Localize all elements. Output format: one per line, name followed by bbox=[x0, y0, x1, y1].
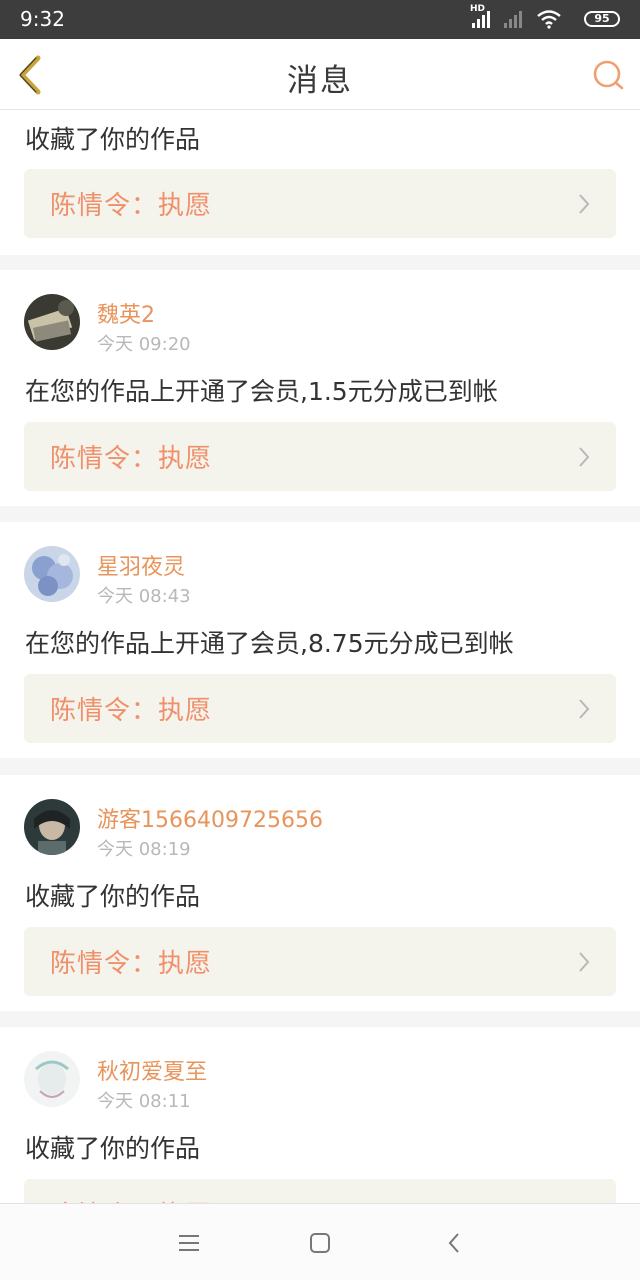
work-link[interactable]: 陈情令：执愿 bbox=[24, 1179, 616, 1203]
message-list: 收藏了你的作品 陈情令：执愿 魏英2 今天 09:20 在您的作品上开通了会员,… bbox=[0, 110, 640, 1203]
status-bar: 9:32 HD 95 bbox=[0, 0, 640, 39]
work-title: 陈情令：执愿 bbox=[50, 444, 213, 474]
avatar[interactable] bbox=[24, 294, 80, 350]
menu-icon[interactable] bbox=[176, 1230, 202, 1256]
back-icon[interactable] bbox=[442, 1230, 468, 1256]
message-time: 今天 09:20 bbox=[97, 334, 191, 355]
message-card: 游客1566409725656 今天 08:19 收藏了你的作品 陈情令：执愿 bbox=[0, 775, 640, 1011]
search-icon[interactable] bbox=[592, 59, 626, 91]
avatar[interactable] bbox=[24, 546, 80, 602]
user-name[interactable]: 魏英2 bbox=[97, 297, 155, 329]
work-link[interactable]: 陈情令：执愿 bbox=[24, 674, 616, 743]
chevron-right-icon bbox=[579, 447, 590, 467]
signal-icon bbox=[472, 11, 490, 28]
page-title: 消息 bbox=[287, 63, 353, 99]
status-time: 9:32 bbox=[20, 7, 65, 31]
user-name[interactable]: 星羽夜灵 bbox=[97, 549, 185, 581]
message-card: 魏英2 今天 09:20 在您的作品上开通了会员,1.5元分成已到帐 陈情令：执… bbox=[0, 270, 640, 506]
message-card: 收藏了你的作品 陈情令：执愿 bbox=[0, 110, 640, 255]
message-time: 今天 08:43 bbox=[97, 586, 191, 607]
work-link[interactable]: 陈情令：执愿 bbox=[24, 169, 616, 238]
work-link[interactable]: 陈情令：执愿 bbox=[24, 927, 616, 996]
avatar[interactable] bbox=[24, 1051, 80, 1107]
signal-weak-icon bbox=[504, 11, 522, 28]
user-name[interactable]: 秋初爱夏至 bbox=[97, 1054, 207, 1086]
work-title: 陈情令：执愿 bbox=[50, 191, 213, 221]
message-time: 今天 08:11 bbox=[97, 1091, 191, 1112]
header-bar: 消息 bbox=[0, 39, 640, 110]
chevron-right-icon bbox=[579, 952, 590, 972]
chevron-right-icon bbox=[579, 194, 590, 214]
user-name[interactable]: 游客1566409725656 bbox=[97, 802, 323, 834]
message-time: 今天 08:19 bbox=[97, 839, 191, 860]
wifi-icon bbox=[537, 10, 561, 29]
message-text: 收藏了你的作品 bbox=[25, 1134, 201, 1163]
message-text: 在您的作品上开通了会员,1.5元分成已到帐 bbox=[25, 377, 498, 406]
avatar[interactable] bbox=[24, 799, 80, 855]
battery-indicator: 95 bbox=[584, 11, 620, 27]
message-card: 秋初爱夏至 今天 08:11 收藏了你的作品 陈情令：执愿 bbox=[0, 1027, 640, 1203]
system-nav-bar bbox=[0, 1203, 640, 1280]
message-card: 星羽夜灵 今天 08:43 在您的作品上开通了会员,8.75元分成已到帐 陈情令… bbox=[0, 522, 640, 758]
work-link[interactable]: 陈情令：执愿 bbox=[24, 422, 616, 491]
work-title: 陈情令：执愿 bbox=[50, 1195, 212, 1203]
home-icon[interactable] bbox=[307, 1230, 333, 1256]
work-title: 陈情令：执愿 bbox=[50, 696, 213, 726]
status-icons: HD 95 bbox=[470, 4, 620, 33]
message-text: 收藏了你的作品 bbox=[25, 125, 201, 154]
message-text: 收藏了你的作品 bbox=[25, 882, 201, 911]
chevron-right-icon bbox=[579, 699, 590, 719]
work-title: 陈情令：执愿 bbox=[50, 949, 213, 979]
message-text: 在您的作品上开通了会员,8.75元分成已到帐 bbox=[25, 629, 514, 658]
